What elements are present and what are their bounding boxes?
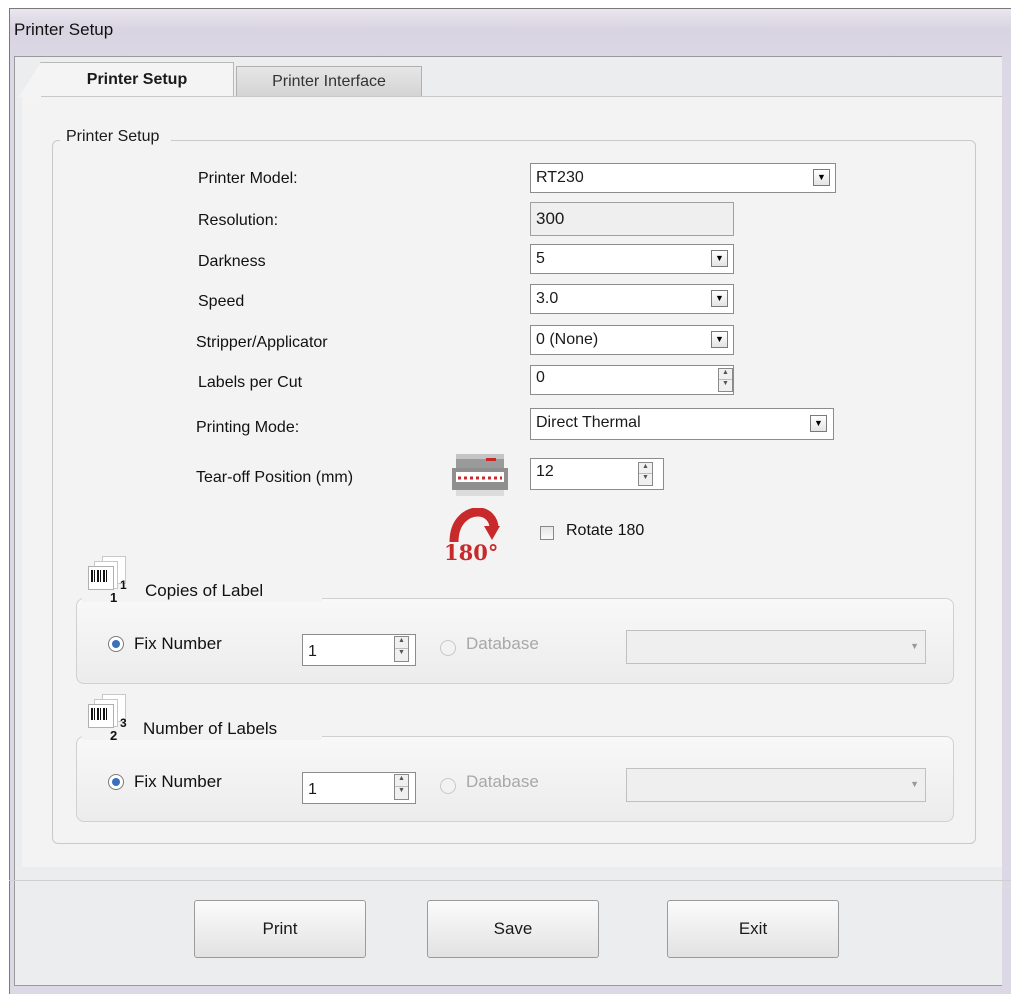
labels-per-cut-stepper[interactable]: ▲ ▼ [718,368,733,392]
labels-fix-value: 1 [308,781,317,798]
spin-up-icon[interactable]: ▲ [719,369,732,380]
labels-database-label: Database [466,772,539,791]
labels-fix-stepper[interactable]: ▲ ▼ [394,774,409,800]
printer-model-select[interactable]: RT230 [530,163,836,193]
save-button[interactable]: Save [427,900,599,958]
resolution-value: 300 [536,209,565,228]
copies-fix-label: Fix Number [134,634,222,653]
tab-printer-setup[interactable]: Printer Setup [19,62,234,97]
chevron-down-icon[interactable]: ▼ [810,415,827,432]
chevron-down-icon[interactable]: ▼ [813,169,830,186]
printer-model-label: Printer Model: [198,170,298,187]
spin-up-icon[interactable]: ▲ [395,775,408,787]
speed-select[interactable]: 3.0 [530,284,734,314]
group-title: Printer Setup [60,128,172,146]
copies-title: Copies of Label [145,581,264,600]
printing-mode-select[interactable]: Direct Thermal [530,408,834,440]
spin-down-icon[interactable]: ▼ [639,474,652,485]
labels-icon-sub: 2 [110,728,118,743]
window-title: Printer Setup [14,20,114,39]
labels-per-cut-label: Labels per Cut [198,374,303,391]
printer-model-value: RT230 [536,169,584,186]
labels-per-cut-value: 0 [536,369,545,386]
divider [9,880,1011,881]
copies-database-label: Database [466,634,539,653]
darkness-select[interactable]: 5 [530,244,734,274]
printing-mode-label: Printing Mode: [196,419,300,436]
copies-fix-value: 1 [308,643,317,660]
spin-up-icon[interactable]: ▲ [395,637,408,649]
exit-button[interactable]: Exit [667,900,839,958]
spin-down-icon[interactable]: ▼ [719,380,732,391]
printer-icon [452,454,508,496]
chevron-down-icon[interactable]: ▼ [711,331,728,348]
rotate-180-text: 180° [444,540,499,565]
darkness-value: 5 [536,250,545,267]
stripper-value: 0 (None) [536,331,599,348]
chevron-down-icon: ▼ [910,779,919,789]
spin-down-icon[interactable]: ▼ [395,649,408,661]
copies-icon-sup: 1 [120,578,127,592]
printing-mode-value: Direct Thermal [536,414,641,431]
resolution-field: 300 [530,202,734,236]
darkness-label: Darkness [198,253,266,270]
stripper-label: Stripper/Applicator [196,334,328,351]
labels-title: Number of Labels [143,719,278,738]
chevron-down-icon[interactable]: ▼ [711,250,728,267]
chevron-down-icon: ▼ [910,641,919,651]
tear-off-stepper[interactable]: ▲ ▼ [638,462,653,486]
copies-icon-sub: 1 [110,590,118,605]
copies-fix-stepper[interactable]: ▲ ▼ [394,636,409,662]
speed-value: 3.0 [536,290,559,307]
spin-up-icon[interactable]: ▲ [639,463,652,474]
copies-fix-radio[interactable] [108,636,124,652]
stripper-select[interactable]: 0 (None) [530,325,734,355]
tab-printer-interface[interactable]: Printer Interface [236,66,422,96]
labels-fix-radio[interactable] [108,774,124,790]
speed-label: Speed [198,293,245,310]
copies-database-select[interactable]: ▼ [626,630,926,664]
rotate-180-checkbox[interactable] [540,526,554,540]
rotate-180-icon: 180° [444,508,514,570]
tear-off-value: 12 [536,463,554,480]
print-button[interactable]: Print [194,900,366,958]
rotate-180-label: Rotate 180 [566,522,645,539]
tear-off-label: Tear-off Position (mm) [196,469,354,486]
labels-per-cut-input[interactable]: 0 [530,365,734,395]
resolution-label: Resolution: [198,212,279,229]
chevron-down-icon[interactable]: ▼ [711,290,728,307]
labels-icon-sup: 3 [120,716,127,730]
labels-database-select[interactable]: ▼ [626,768,926,802]
copies-database-radio[interactable] [440,640,456,656]
spin-down-icon[interactable]: ▼ [395,787,408,799]
labels-fix-label: Fix Number [134,772,222,791]
labels-database-radio[interactable] [440,778,456,794]
